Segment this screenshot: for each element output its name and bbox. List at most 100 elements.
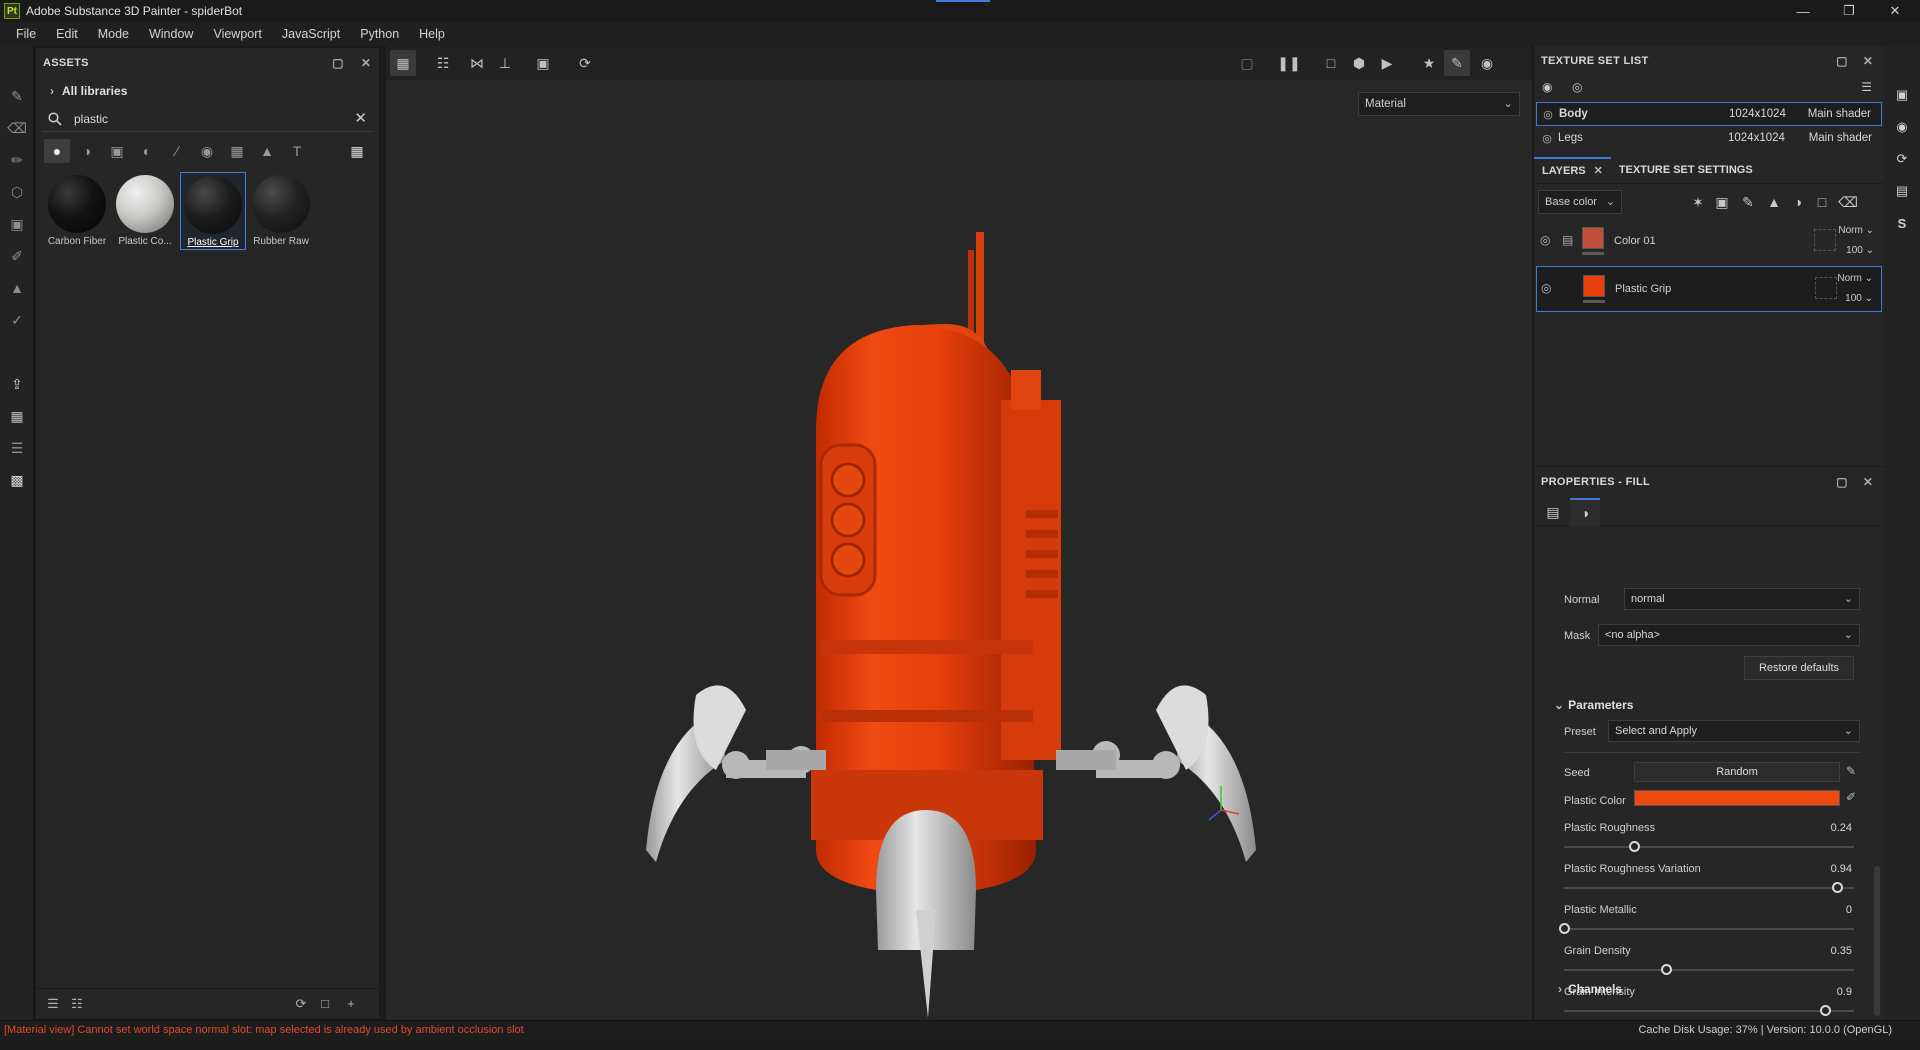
hide-overlay-icon[interactable]: ▢ — [1234, 50, 1260, 76]
menu-javascript[interactable]: JavaScript — [272, 22, 350, 46]
new-folder-icon[interactable]: □ — [316, 995, 334, 1013]
clear-search-icon[interactable]: ✕ — [354, 109, 367, 127]
edit-seed-icon[interactable]: ✎ — [1846, 764, 1856, 778]
visibility-icon[interactable]: ◎ — [1540, 233, 1550, 247]
layers-stack-icon[interactable]: ☰ — [7, 438, 27, 458]
2d-view-icon[interactable]: □ — [1318, 50, 1344, 76]
add-paint-layer-icon[interactable]: ✎ — [1738, 192, 1758, 212]
texture-filter-icon[interactable]: ▦ — [224, 139, 250, 163]
search-input[interactable]: plastic — [74, 112, 108, 126]
add-smart-material-icon[interactable]: ◑ — [1788, 192, 1808, 212]
channel-select[interactable]: Base color ⌄ — [1538, 190, 1622, 214]
blend-mode[interactable]: Norm ⌄ — [1838, 225, 1874, 236]
minimize-icon[interactable]: — — [1780, 0, 1826, 22]
slider-knob[interactable] — [1660, 964, 1672, 975]
list-menu-icon[interactable]: ☰ — [1861, 80, 1872, 94]
layer-opacity[interactable]: 100 ⌄ — [1846, 245, 1874, 256]
close-tab-icon[interactable]: ✕ — [1594, 158, 1603, 184]
slider-value[interactable]: 0.94 — [1831, 863, 1852, 875]
undock-icon[interactable]: ▢ — [1834, 474, 1850, 490]
history-icon[interactable]: ⟳ — [572, 50, 598, 76]
paint-mode-icon[interactable]: ✎ — [1444, 50, 1470, 76]
blend-mode[interactable]: Norm ⌄ — [1837, 273, 1873, 284]
delete-layer-icon[interactable]: ⌫ — [1838, 192, 1858, 212]
layer-settings-icon[interactable]: ▤ — [1538, 498, 1568, 526]
material-tab-icon[interactable]: ◑ — [1570, 498, 1600, 526]
eraser-icon[interactable]: ⌫ — [7, 118, 27, 138]
undock-icon[interactable]: ▢ — [330, 55, 346, 71]
menu-mode[interactable]: Mode — [88, 22, 139, 46]
visibility-icon[interactable]: ◎ — [1536, 132, 1558, 145]
plastic-color-swatch[interactable] — [1634, 790, 1840, 806]
log-icon[interactable]: ▤ — [1893, 182, 1911, 200]
layer-mask-slot[interactable] — [1815, 277, 1837, 299]
color-picker-icon[interactable]: ✐ — [1846, 790, 1856, 804]
slider-knob[interactable] — [1559, 923, 1570, 934]
eye-icon[interactable]: ◎ — [1572, 80, 1582, 94]
frame-icon[interactable]: ▣ — [530, 50, 556, 76]
asset-thumb-selected[interactable]: Plastic Grip — [180, 172, 246, 250]
plastic-metallic-slider[interactable] — [1559, 923, 1854, 934]
roughness-variation-slider[interactable] — [1564, 882, 1854, 893]
grain-density-slider[interactable] — [1564, 964, 1854, 975]
add-folder-icon[interactable]: □ — [1812, 192, 1832, 212]
layer-mask-slot[interactable] — [1814, 229, 1836, 251]
material-filter-icon[interactable]: ● — [44, 139, 70, 163]
slider-value[interactable]: 0.9 — [1837, 986, 1852, 998]
layer-opacity[interactable]: 100 ⌄ — [1845, 293, 1873, 304]
bake-icon[interactable]: ▦ — [7, 406, 27, 426]
texture-set-row[interactable]: ◎ Legs 1024x1024 Main shader — [1536, 126, 1882, 150]
document-icon[interactable]: ▩ — [7, 470, 27, 490]
slider-value[interactable]: 0.35 — [1831, 945, 1852, 957]
asset-thumb[interactable]: Rubber Raw — [248, 172, 314, 250]
asset-search[interactable]: plastic ✕ — [42, 106, 373, 132]
close-panel-icon[interactable]: ✕ — [358, 55, 374, 71]
grain-intensity-slider[interactable] — [1564, 1005, 1854, 1016]
picker-icon[interactable]: ✓ — [7, 310, 27, 330]
projection-icon[interactable]: ✏ — [7, 150, 27, 170]
layer-row[interactable]: ◎ ▤ Color 01 Norm ⌄ 100 ⌄ — [1536, 219, 1882, 265]
refresh-icon[interactable]: ⟳ — [292, 995, 310, 1013]
asset-thumb[interactable]: Carbon Fiber — [44, 172, 110, 250]
preset-select[interactable]: Select and Apply ⌄ — [1608, 720, 1860, 742]
environment-filter-icon[interactable]: ▲ — [254, 139, 280, 163]
add-effect-icon[interactable]: ✶ — [1688, 192, 1708, 212]
slider-value[interactable]: 0 — [1846, 904, 1852, 916]
alpha-filter-icon[interactable]: ◉ — [194, 139, 220, 163]
clone-icon[interactable]: ✐ — [7, 246, 27, 266]
pause-icon[interactable]: ❚❚ — [1276, 50, 1302, 76]
light-icon[interactable]: ★ — [1416, 50, 1442, 76]
history-icon[interactable]: ⟳ — [1893, 150, 1911, 168]
smart-mask-filter-icon[interactable]: ◐ — [134, 139, 160, 163]
close-window-icon[interactable]: ✕ — [1872, 0, 1918, 22]
close-panel-icon[interactable]: ✕ — [1860, 474, 1876, 490]
parameters-section[interactable]: ⌄ Parameters — [1554, 698, 1633, 712]
shader-settings-icon[interactable]: ◉ — [1893, 118, 1911, 136]
screenshot-icon[interactable]: ◉ — [1474, 50, 1500, 76]
asset-thumb[interactable]: Plastic Co... — [112, 172, 178, 250]
export-icon[interactable]: ⇪ — [7, 374, 27, 394]
paint-brush-icon[interactable]: ✎ — [7, 86, 27, 106]
grid-view-icon[interactable]: ▦ — [344, 139, 370, 163]
slider-knob[interactable] — [1628, 841, 1640, 852]
layer-row-selected[interactable]: ◎ Plastic Grip Norm ⌄ 100 ⌄ — [1536, 266, 1882, 312]
selection-icon[interactable]: ▦ — [390, 50, 416, 76]
undock-icon[interactable]: ▢ — [1834, 53, 1850, 69]
camera-icon[interactable]: ▶ — [1374, 50, 1400, 76]
menu-python[interactable]: Python — [350, 22, 409, 46]
menu-viewport[interactable]: Viewport — [203, 22, 271, 46]
smudge-icon[interactable]: ▣ — [7, 214, 27, 234]
slider-knob[interactable] — [1831, 882, 1843, 893]
texture-set-row[interactable]: ◎ Body 1024x1024 Main shader — [1536, 102, 1882, 126]
close-panel-icon[interactable]: ✕ — [1860, 53, 1876, 69]
restore-defaults-button[interactable]: Restore defaults — [1744, 656, 1854, 680]
display-mode-select[interactable]: Material ⌄ — [1358, 92, 1520, 116]
substance-icon[interactable]: S — [1893, 214, 1911, 232]
symmetry-icon[interactable]: ⋈ — [464, 50, 490, 76]
visibility-icon[interactable]: ◎ — [1537, 108, 1559, 121]
add-mask-icon[interactable]: ▣ — [1712, 192, 1732, 212]
3d-viewport[interactable]: Material ⌄ — [386, 80, 1532, 1020]
brush-filter-icon[interactable]: ∕ — [164, 139, 190, 163]
visibility-icon[interactable]: ◎ — [1541, 281, 1551, 295]
menu-help[interactable]: Help — [409, 22, 455, 46]
